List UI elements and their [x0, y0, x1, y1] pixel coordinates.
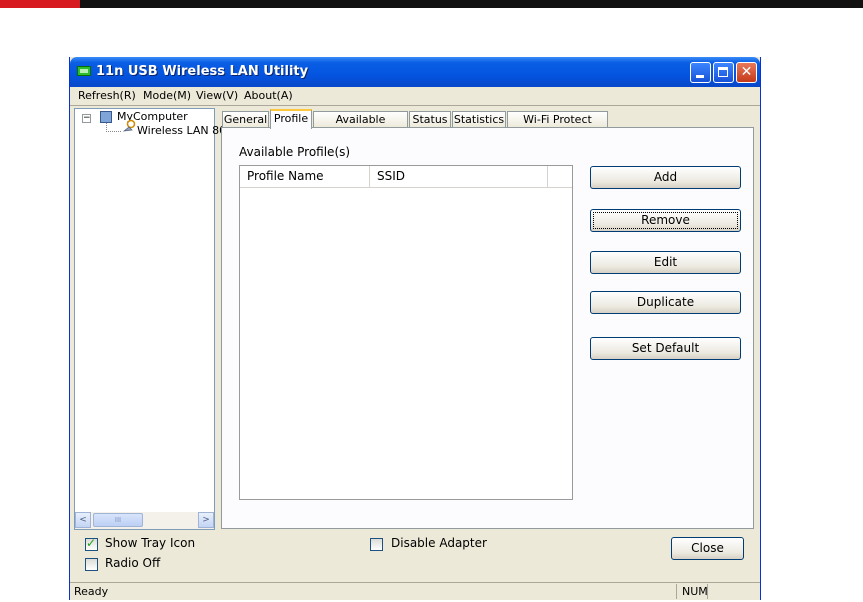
tree-horizontal-scrollbar[interactable]: < III >	[75, 512, 214, 529]
tree-item-wireless-adapter[interactable]: Wireless LAN 80	[137, 124, 226, 137]
close-button[interactable]: Close	[671, 537, 744, 560]
remove-profile-button[interactable]: Remove	[590, 209, 741, 232]
disable-adapter-checkbox[interactable]	[370, 538, 383, 551]
disable-adapter-label: Disable Adapter	[391, 536, 487, 550]
show-tray-icon-label: Show Tray Icon	[105, 536, 196, 550]
radio-off-checkbox[interactable]	[85, 558, 98, 571]
window-title: 11n USB Wireless LAN Utility	[96, 64, 309, 79]
menu-refresh[interactable]: Refresh(R)	[78, 89, 136, 102]
edit-profile-button[interactable]: Edit	[590, 251, 741, 274]
device-tree[interactable]: − MyComputer Wireless LAN 80 < III >	[74, 108, 226, 530]
profile-list[interactable]: Profile Name SSID	[239, 165, 573, 500]
tree-connector	[106, 123, 121, 132]
tab-status[interactable]: Status	[409, 111, 451, 128]
title-bar[interactable]: 11n USB Wireless LAN Utility ✕	[70, 57, 760, 87]
tab-general[interactable]: General	[222, 111, 269, 128]
column-ssid[interactable]: SSID	[370, 166, 548, 187]
computer-icon	[100, 111, 112, 123]
tab-profile[interactable]: Profile	[270, 109, 312, 129]
scroll-left-icon[interactable]: <	[75, 512, 91, 528]
collapse-icon[interactable]: −	[82, 114, 91, 123]
set-default-button[interactable]: Set Default	[590, 337, 741, 360]
app-icon	[77, 66, 91, 76]
scroll-thumb[interactable]: III	[93, 513, 143, 527]
menu-about[interactable]: About(A)	[244, 89, 293, 102]
status-pane-empty	[707, 584, 737, 599]
show-tray-icon-checkbox[interactable]	[85, 536, 98, 551]
close-window-button[interactable]: ✕	[736, 62, 757, 83]
duplicate-profile-button[interactable]: Duplicate	[590, 291, 741, 314]
close-icon: ✕	[740, 64, 753, 80]
add-profile-button[interactable]: Add	[590, 166, 741, 189]
tab-wifi-protect-setup[interactable]: Wi-Fi Protect Setup	[507, 111, 608, 141]
scroll-right-icon[interactable]: >	[198, 512, 214, 528]
wireless-adapter-icon	[122, 119, 136, 132]
num-lock-indicator: NUM	[676, 584, 708, 599]
status-text: Ready	[74, 585, 109, 598]
menu-mode[interactable]: Mode(M)	[143, 89, 191, 102]
menu-view[interactable]: View(V)	[196, 89, 238, 102]
status-bar: Ready NUM	[70, 582, 760, 600]
minimize-button[interactable]	[690, 62, 711, 83]
tab-statistics[interactable]: Statistics	[452, 111, 506, 128]
tab-available-network[interactable]: Available Network	[313, 111, 408, 141]
maximize-button[interactable]	[713, 62, 734, 83]
page-top-bar	[0, 0, 863, 8]
available-profiles-label: Available Profile(s)	[239, 145, 351, 159]
app-window: 11n USB Wireless LAN Utility ✕ Refresh(R…	[69, 57, 761, 600]
profile-list-header: Profile Name SSID	[240, 166, 572, 188]
menu-bar: Refresh(R) Mode(M) View(V) About(A)	[70, 87, 760, 106]
profile-panel: Available Profile(s) Profile Name SSID A…	[221, 127, 754, 529]
column-profile-name[interactable]: Profile Name	[240, 166, 370, 187]
brand-red-strip	[0, 0, 80, 8]
radio-off-label: Radio Off	[105, 556, 161, 570]
